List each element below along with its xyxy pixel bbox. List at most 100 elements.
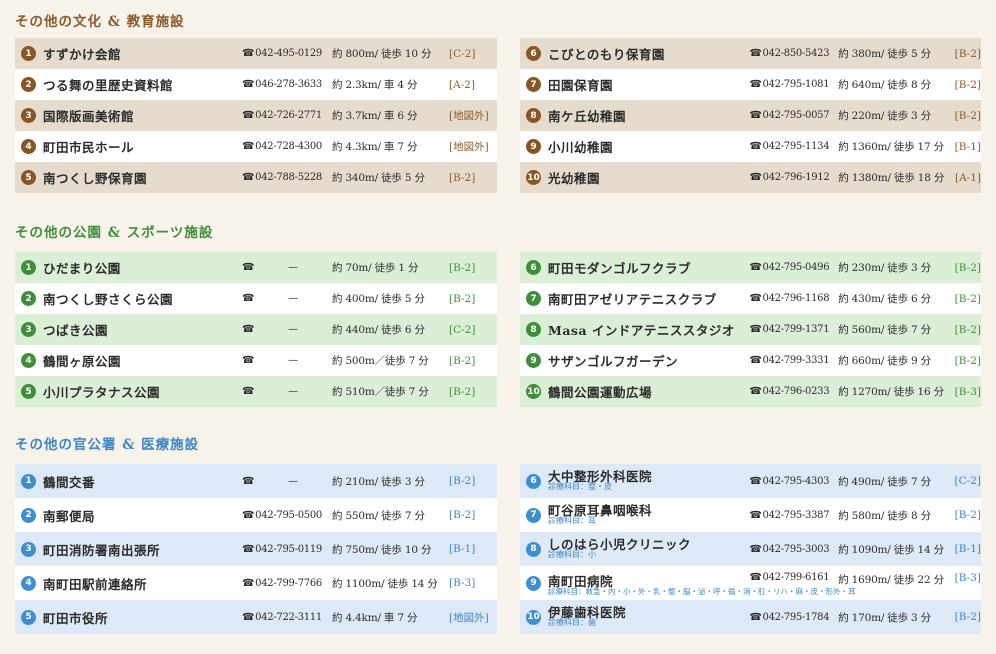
distance: 約 4.3km/ 車 7 分 [332, 141, 418, 153]
number-badge: 5 [21, 609, 36, 625]
phone-number: — [288, 475, 298, 487]
table-row: 6 こびとのもり保育園 ☎042-850-5423 約 380m/ 徒歩 5 分… [520, 38, 981, 69]
phone-icon: ☎ [749, 48, 762, 59]
phone-number: 042-796-1912 [762, 172, 830, 183]
facility-name: ひだまり公園 [43, 261, 121, 276]
table-row: 10 伊藤歯科医院 診療科目：歯 ☎042-795-1784 約 170m/ 徒歩… [520, 600, 981, 634]
facility-name-block: 町谷原耳鼻咽喉科 診療科目：耳 [548, 504, 749, 526]
phone-number: — [288, 386, 298, 397]
phone: ☎ — [242, 476, 332, 487]
phone-number: 042-795-1081 [762, 79, 830, 90]
phone-icon: ☎ [749, 611, 762, 623]
phone: ☎042-796-0233 [749, 386, 838, 397]
phone: ☎046-278-3633 [242, 79, 332, 90]
number-badge: 7 [526, 291, 541, 306]
phone: ☎042-728-4300 [242, 141, 332, 152]
map-grid: [B-2] [954, 611, 981, 623]
phone-icon: ☎ [242, 79, 255, 90]
map-grid: [B-1] [954, 140, 981, 153]
phone-number: 042-799-7766 [255, 577, 322, 589]
phone: ☎042-795-0500 [242, 510, 332, 521]
number-badge: 2 [21, 77, 36, 92]
number-badge: 8 [526, 541, 541, 557]
phone-icon: ☎ [242, 509, 255, 521]
phone-icon: ☎ [749, 172, 762, 183]
phone: ☎ — [242, 324, 332, 335]
phone-number: 042-850-5423 [762, 48, 830, 59]
phone-number: 042-726-2771 [255, 110, 322, 121]
table-row: 2 南郵便局 ☎042-795-0500 約 550m/ 徒歩 7 分 [B-2… [15, 498, 497, 532]
table-row: 6 町田モダンゴルフクラブ ☎042-795-0496 約 230m/ 徒歩 3… [520, 252, 981, 283]
phone: ☎042-795-3387 [749, 510, 838, 521]
departments: 診療科目：整・皮 [548, 482, 612, 492]
phone-number: 042-722-3111 [255, 611, 322, 623]
map-grid: [B-1] [449, 543, 476, 555]
facility-name: 小川プラタナス公園 [43, 385, 161, 400]
parks-section-title: その他の公園 & スポーツ施設 [15, 225, 214, 241]
number-badge: 1 [21, 46, 36, 61]
phone-number: 042-728-4300 [255, 141, 322, 152]
distance: 約 640m/ 徒歩 8 分 [838, 79, 931, 91]
distance: 約 490m/ 徒歩 7 分 [838, 475, 931, 488]
culture-table-right: 6 こびとのもり保育園 ☎042-850-5423 約 380m/ 徒歩 5 分… [520, 38, 981, 193]
table-row: 7 南町田アゼリアテニスクラブ ☎042-796-1168 約 430m/ 徒歩… [520, 283, 981, 314]
number-badge: 10 [526, 384, 541, 399]
number-badge: 6 [526, 473, 541, 489]
table-row: 1 ひだまり公園 ☎ — 約 70m/ 徒歩 1 分 [B-2] [15, 252, 497, 283]
table-row: 9 南町田病院 ☎042-799-6161 約 1690m/ 徒歩 22 分 [… [520, 566, 981, 600]
table-row: 3 国際版画美術館 ☎042-726-2771 約 3.7km/ 車 6 分 [… [15, 100, 497, 131]
phone: ☎042-795-0057 [749, 110, 838, 121]
map-grid: [B-2] [449, 509, 476, 521]
number-badge: 10 [526, 609, 541, 625]
map-grid: [B-2] [449, 171, 476, 184]
phone-number: 042-795-0119 [255, 543, 322, 555]
table-row: 10 鶴間公園運動広場 ☎042-796-0233 約 1270m/ 徒歩 16… [520, 376, 981, 407]
phone: ☎ — [242, 293, 332, 304]
number-badge: 8 [526, 322, 541, 337]
table-row: 3 つばき公園 ☎ — 約 440m/ 徒歩 6 分 [C-2] [15, 314, 497, 345]
table-row: 1 すずかけ会館 ☎042-495-0129 約 800m/ 徒歩 10 分 [… [15, 38, 497, 69]
distance: 約 230m/ 徒歩 3 分 [838, 262, 931, 274]
phone-icon: ☎ [749, 262, 762, 273]
phone-number: 042-799-3331 [762, 355, 830, 366]
facility-name: 町田市役所 [43, 610, 109, 626]
map-grid: [C-2] [954, 475, 981, 487]
distance: 約 340m/ 徒歩 5 分 [332, 172, 425, 184]
distance: 約 400m/ 徒歩 5 分 [332, 293, 425, 305]
departments: 診療科目：歯 [548, 618, 596, 628]
phone: ☎ — [242, 386, 332, 397]
distance: 約 4.4km/ 車 7 分 [332, 611, 418, 624]
distance: 約 380m/ 徒歩 5 分 [838, 48, 931, 60]
phone-number: 042-795-3003 [762, 543, 830, 555]
phone-number: 042-796-0233 [762, 386, 830, 397]
departments: 診療科目：救急・内・小・外・乳・整・脳・泌・呼・循・消・肛・リハ・麻・皮・形外・… [548, 587, 856, 596]
facility-name: つる舞の里歴史資料館 [43, 78, 174, 93]
phone-number: 042-799-6161 [762, 572, 830, 583]
map-grid: [C-2] [449, 323, 476, 336]
table-row: 5 南つくし野保育園 ☎042-788-5228 約 340m/ 徒歩 5 分 … [15, 162, 497, 193]
number-badge: 6 [526, 260, 541, 275]
number-badge: 1 [21, 473, 36, 489]
facility-name: Masa インドアテニススタジオ [548, 323, 735, 338]
distance: 約 220m/ 徒歩 3 分 [838, 110, 931, 122]
map-grid: [地図外] [449, 110, 489, 122]
phone-number: 042-788-5228 [255, 172, 322, 183]
phone-icon: ☎ [242, 611, 255, 623]
map-grid: [B-2] [449, 385, 476, 398]
facility-name: 光幼稚園 [548, 171, 601, 186]
table-row: 2 南つくし野さくら公園 ☎ — 約 400m/ 徒歩 5 分 [B-2] [15, 283, 497, 314]
phone-number: 042-795-1784 [762, 611, 830, 623]
phone: ☎042-795-3003 [749, 544, 838, 555]
number-badge: 9 [526, 353, 541, 368]
number-badge: 1 [21, 260, 36, 275]
distance: 約 440m/ 徒歩 6 分 [332, 324, 425, 336]
number-badge: 10 [526, 170, 541, 185]
map-grid: [B-2] [954, 323, 981, 336]
phone: ☎042-795-0119 [242, 544, 332, 555]
number-badge: 7 [526, 77, 541, 92]
table-row: 1 鶴間交番 ☎ — 約 210m/ 徒歩 3 分 [B-2] [15, 464, 497, 498]
map-grid: [B-2] [954, 292, 981, 305]
map-grid: [B-3] [449, 577, 476, 589]
map-grid: [B-2] [954, 509, 981, 521]
phone-number: 042-795-0500 [255, 509, 322, 521]
